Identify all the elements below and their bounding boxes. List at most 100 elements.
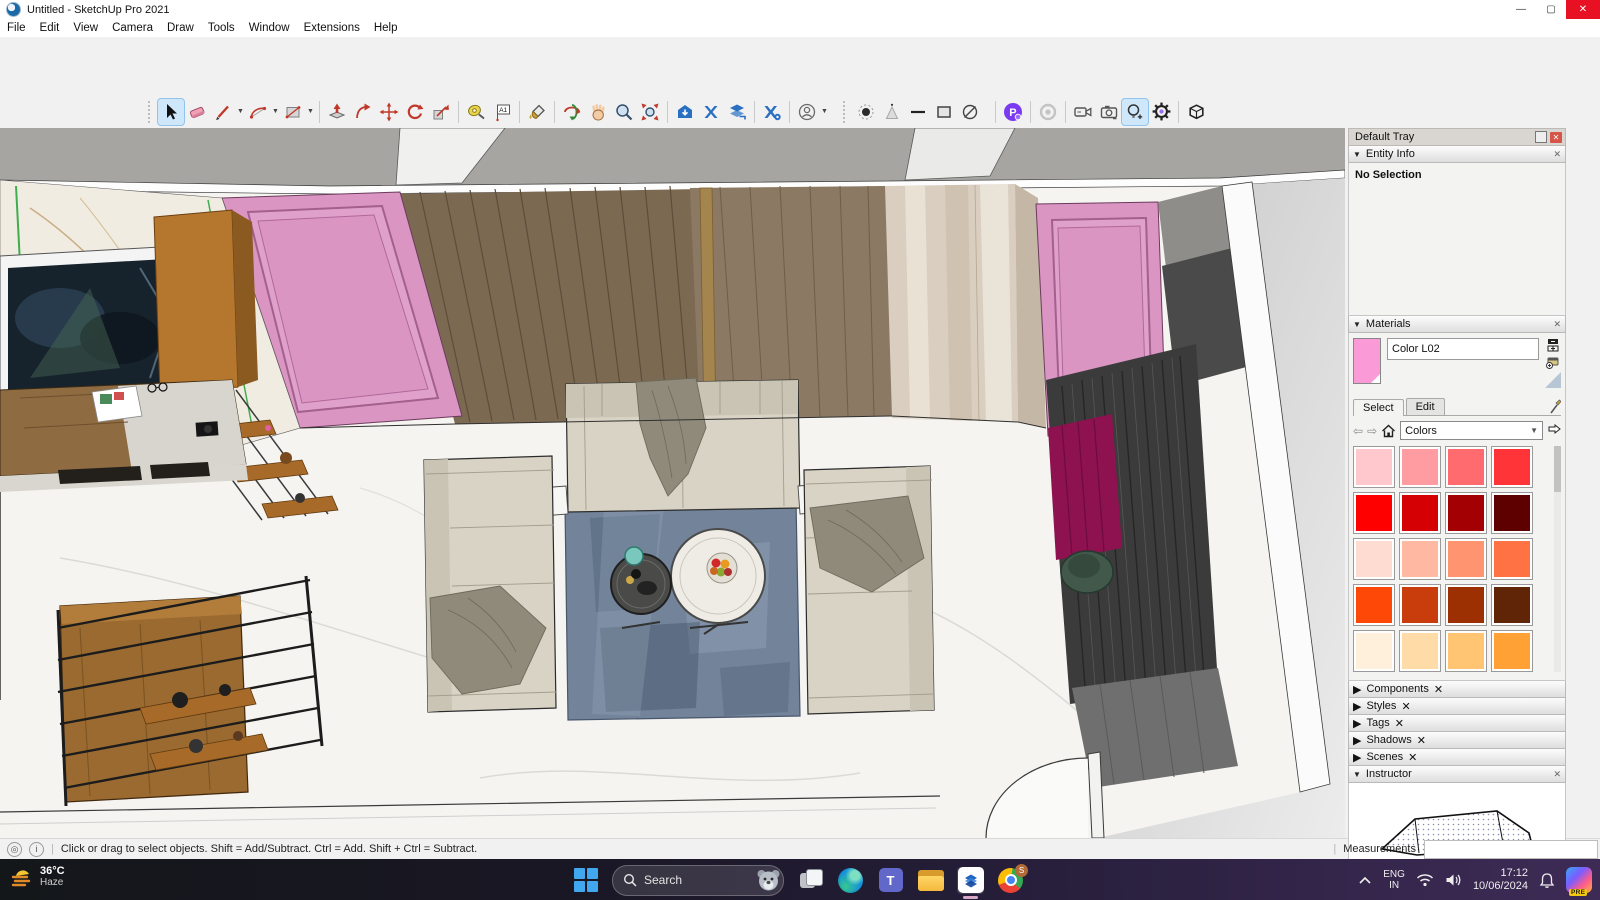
menu-camera[interactable]: Camera — [105, 22, 160, 34]
area-rug[interactable] — [565, 500, 800, 720]
panel-close-icon[interactable]: ✕ — [1401, 700, 1410, 713]
chrome-button[interactable]: S — [997, 867, 1024, 894]
select-tool-button[interactable] — [158, 99, 184, 125]
expand-arrow-icon[interactable]: ▶ — [1353, 700, 1361, 713]
toolbar-drag-handle[interactable] — [148, 101, 153, 123]
toolbar-drag-handle[interactable] — [843, 101, 848, 123]
language-indicator[interactable]: ENG IN — [1383, 869, 1405, 891]
arc-tool-dropdown[interactable]: ▼ — [271, 108, 280, 115]
tab-select[interactable]: Select — [1353, 399, 1404, 416]
expand-arrow-icon[interactable]: ▶ — [1353, 751, 1361, 764]
color-swatch[interactable] — [1399, 630, 1441, 672]
material-preview-swatch[interactable] — [1353, 338, 1381, 384]
share-model-button[interactable] — [698, 99, 724, 125]
line-tool-button[interactable] — [210, 99, 236, 125]
render-preview-button[interactable] — [1035, 99, 1061, 125]
panel-close-icon[interactable]: ✕ — [1417, 734, 1426, 747]
maximize-button[interactable]: ▢ — [1536, 0, 1566, 19]
panel-close-icon[interactable]: ✕ — [1434, 683, 1443, 696]
details-arrow-icon[interactable] — [1547, 424, 1561, 438]
panel-close-icon[interactable]: ✕ — [1553, 769, 1561, 780]
menu-window[interactable]: Window — [242, 22, 297, 34]
components-header[interactable]: ▶ Components ✕ — [1348, 681, 1566, 698]
color-swatch[interactable] — [1445, 584, 1487, 626]
area-light-button[interactable] — [931, 99, 957, 125]
podium-settings-button[interactable] — [1148, 99, 1174, 125]
line-tool-dropdown[interactable]: ▼ — [236, 108, 245, 115]
swatch-scrollbar[interactable] — [1554, 446, 1561, 672]
instructor-header[interactable]: ▼ Instructor ✕ — [1348, 766, 1566, 783]
sign-in-dropdown[interactable]: ▼ — [820, 108, 829, 115]
tape-measure-tool-button[interactable] — [463, 99, 489, 125]
color-swatch[interactable] — [1353, 538, 1395, 580]
file-explorer-button[interactable] — [917, 867, 944, 894]
color-swatch[interactable] — [1445, 446, 1487, 488]
sofa-right[interactable] — [804, 466, 934, 714]
sketchup-taskbar-button[interactable] — [957, 867, 984, 894]
color-swatch[interactable] — [1445, 538, 1487, 580]
edge-browser-button[interactable] — [837, 867, 864, 894]
info-icon[interactable]: i — [29, 842, 44, 857]
measurements-input[interactable] — [1424, 840, 1598, 859]
paint-bucket-tool-button[interactable] — [524, 99, 550, 125]
3d-warehouse-button[interactable] — [672, 99, 698, 125]
green-pouf[interactable] — [1061, 551, 1113, 593]
taskbar-search[interactable]: Search — [612, 865, 784, 896]
zoom-tool-button[interactable] — [611, 99, 637, 125]
shadows-header[interactable]: ▶ Shadows ✕ — [1348, 732, 1566, 749]
zoom-extents-tool-button[interactable] — [637, 99, 663, 125]
wifi-icon[interactable] — [1416, 873, 1434, 887]
materials-header[interactable]: ▼ Materials ✕ — [1348, 316, 1566, 333]
notification-bell-icon[interactable] — [1539, 872, 1555, 889]
create-material-icon[interactable] — [1545, 355, 1561, 369]
color-swatch[interactable] — [1399, 538, 1441, 580]
color-swatch[interactable] — [1491, 584, 1533, 626]
minimize-button[interactable]: — — [1506, 0, 1536, 19]
back-arrow-icon[interactable]: ⇦ — [1353, 424, 1363, 438]
color-swatch[interactable] — [1399, 492, 1441, 534]
tray-close-icon[interactable]: ✕ — [1550, 132, 1562, 143]
forward-arrow-icon[interactable]: ⇨ — [1367, 424, 1377, 438]
podium-render-button[interactable]: P — [1000, 99, 1026, 125]
panel-close-icon[interactable]: ✕ — [1553, 149, 1561, 160]
secondary-pane-icon[interactable] — [1546, 338, 1560, 352]
panel-close-icon[interactable]: ✕ — [1408, 751, 1417, 764]
scale-tool-button[interactable] — [428, 99, 454, 125]
scenes-header[interactable]: ▶ Scenes ✕ — [1348, 749, 1566, 766]
styles-header[interactable]: ▶ Styles ✕ — [1348, 698, 1566, 715]
start-button[interactable] — [572, 867, 599, 894]
weather-widget[interactable]: 36°C Haze — [8, 863, 65, 889]
home-icon[interactable] — [1381, 424, 1396, 438]
teams-button[interactable]: T — [877, 867, 904, 894]
menu-file[interactable]: File — [0, 22, 33, 34]
color-swatch[interactable] — [1491, 630, 1533, 672]
color-swatch[interactable] — [1399, 584, 1441, 626]
clock-widget[interactable]: 17:12 10/06/2024 — [1473, 867, 1528, 893]
collapse-arrow-icon[interactable]: ▼ — [1353, 320, 1361, 329]
expand-arrow-icon[interactable]: ▶ — [1353, 683, 1361, 696]
orbit-tool-button[interactable] — [559, 99, 585, 125]
tray-title-bar[interactable]: Default Tray ✕ — [1348, 128, 1566, 146]
color-swatch[interactable] — [1445, 630, 1487, 672]
menu-help[interactable]: Help — [367, 22, 405, 34]
rectangle-tool-dropdown[interactable]: ▼ — [306, 108, 315, 115]
speaker-icon[interactable] — [1445, 873, 1462, 887]
color-swatch[interactable] — [1353, 492, 1395, 534]
menu-tools[interactable]: Tools — [201, 22, 242, 34]
color-swatch[interactable] — [1399, 446, 1441, 488]
color-swatch[interactable] — [1445, 492, 1487, 534]
tags-header[interactable]: ▶ Tags ✕ — [1348, 715, 1566, 732]
video-animation-button[interactable] — [1070, 99, 1096, 125]
geolocation-icon[interactable]: ◎ — [7, 842, 22, 857]
menu-extensions[interactable]: Extensions — [297, 22, 367, 34]
marble-columns[interactable] — [885, 184, 1018, 422]
rectangle-tool-button[interactable] — [280, 99, 306, 125]
rotate-tool-button[interactable] — [402, 99, 428, 125]
menu-draw[interactable]: Draw — [160, 22, 201, 34]
push-pull-tool-button[interactable] — [324, 99, 350, 125]
task-view-button[interactable] — [797, 867, 824, 894]
collections-dropdown[interactable]: Colors ▼ — [1400, 421, 1543, 440]
collapse-arrow-icon[interactable]: ▼ — [1353, 770, 1361, 779]
sofa-left[interactable] — [424, 456, 556, 712]
expand-arrow-icon[interactable]: ▶ — [1353, 717, 1361, 730]
